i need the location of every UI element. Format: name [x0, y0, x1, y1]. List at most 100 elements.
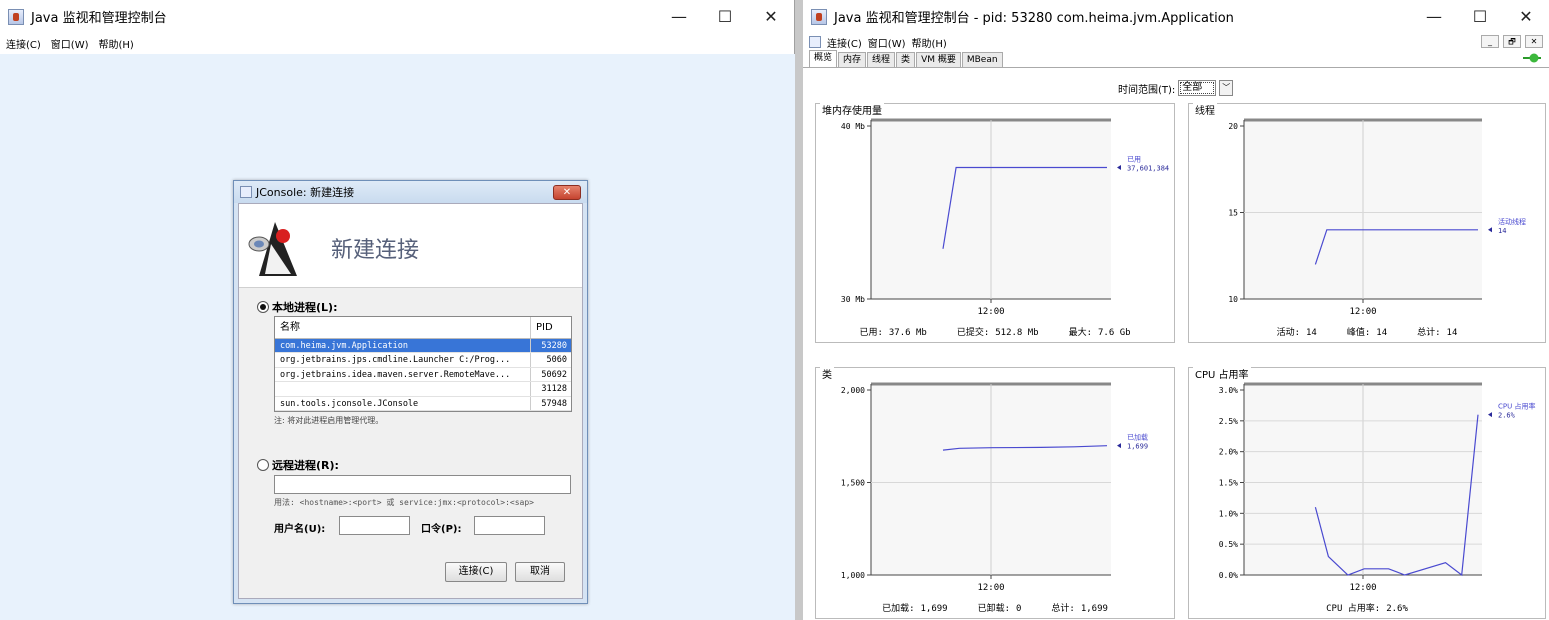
x-tick-label: 12:00 [1349, 307, 1376, 317]
footer-label: 已卸载: [977, 604, 1010, 614]
mdi-close-button[interactable]: ✕ [1525, 35, 1543, 48]
minimize-button[interactable]: — [656, 0, 702, 33]
footer-value: 1,699 [920, 604, 948, 614]
tab-threads[interactable]: 线程 [867, 52, 896, 67]
cancel-button[interactable]: 取消 [515, 562, 565, 582]
tab-classes[interactable]: 类 [896, 52, 916, 67]
dialog-heading: 新建连接 [331, 238, 420, 263]
table-row[interactable]: org.jetbrains.jps.cmdline.Launcher C:/Pr… [275, 353, 571, 368]
footer-value: 512.8 Mb [995, 328, 1039, 338]
footer-stat: CPU 占用率: 2.6% [1326, 601, 1408, 614]
java-app-icon [809, 36, 821, 48]
process-name: sun.tools.jconsole.JConsole [275, 396, 531, 410]
y-tick-label: 0.0% [1219, 571, 1238, 580]
footer-label: 已用: [859, 328, 883, 338]
series-name-label: 活动线程 [1498, 217, 1526, 226]
dialog-close-button[interactable]: ✕ [553, 184, 581, 200]
process-name: org.jetbrains.idea.maven.server.RemoteMa… [275, 367, 531, 382]
footer-label: 活动: [1276, 328, 1301, 338]
series-name-label: 已用 [1127, 156, 1141, 164]
close-button[interactable]: ✕ [748, 0, 794, 33]
panel-footer: 已用: 37.6 Mb 已提交: 512.8 Mb 最大: 7.6 Gb [816, 325, 1174, 338]
menu-help[interactable]: 帮助(H) [912, 35, 947, 50]
remote-process-radio[interactable] [257, 459, 269, 471]
username-label: 用户名(U): [274, 524, 326, 535]
mdi-minimize-button[interactable]: _ [1481, 35, 1499, 48]
agent-note: 注: 将对此进程启用管理代理。 [274, 416, 384, 425]
panel-footer: 活动: 14 峰值: 14 总计: 14 [1189, 325, 1545, 338]
y-tick-label: 10 [1228, 295, 1238, 304]
series-marker [1117, 443, 1121, 449]
jconsole-monitor-window: Java 监视和管理控制台 - pid: 53280 com.heima.jvm… [803, 0, 1549, 620]
password-input[interactable] [474, 516, 545, 535]
footer-stat: 最大: 7.6 Gb [1069, 325, 1131, 338]
close-button[interactable]: ✕ [1503, 0, 1549, 33]
process-name: org.jetbrains.jps.cmdline.Launcher C:/Pr… [275, 353, 531, 367]
mdi-restore-button[interactable]: 🗗 [1503, 35, 1521, 48]
tab-memory[interactable]: 内存 [838, 52, 867, 67]
heap-memory-panel: 堆内存使用量 40 Mb 30 Mb 12:00 已用 37,601,384 已用: 37.6… [815, 102, 1175, 343]
chevron-down-icon[interactable]: ﹀ [1219, 80, 1234, 96]
minimize-button[interactable]: — [1411, 0, 1457, 33]
menu-help[interactable]: 帮助(H) [99, 36, 134, 51]
column-pid[interactable]: PID [531, 317, 571, 339]
x-tick-label: 12:00 [1349, 583, 1376, 593]
time-range-label: 时间范围(T): [1118, 84, 1176, 96]
title-bar[interactable]: Java 监视和管理控制台 — ☐ ✕ [0, 0, 794, 33]
footer-value: 1,699 [1080, 604, 1108, 614]
footer-stat: 已提交: 512.8 Mb [957, 325, 1039, 338]
dialog-body: 新建连接 本地进程(L): 名称 PID com.heima.jvm.Appli… [238, 203, 583, 599]
series-marker [1117, 165, 1121, 171]
local-process-option[interactable]: 本地进程(L): [257, 299, 337, 315]
series-marker [1488, 227, 1492, 233]
menu-window[interactable]: 窗口(W) [868, 35, 906, 50]
y-tick-label: 2,000 [841, 386, 865, 395]
connect-button[interactable]: 连接(C) [445, 562, 507, 582]
remote-process-option[interactable]: 远程进程(R): [257, 457, 339, 473]
username-input[interactable] [339, 516, 410, 535]
title-bar[interactable]: Java 监视和管理控制台 - pid: 53280 com.heima.jvm… [803, 0, 1549, 33]
maximize-button[interactable]: ☐ [702, 0, 748, 33]
dialog-title-bar[interactable]: JConsole: 新建连接 ✕ [234, 181, 587, 203]
maximize-button[interactable]: ☐ [1457, 0, 1503, 33]
tab-overview[interactable]: 概览 [809, 50, 838, 67]
menu-connection[interactable]: 连接(C) [827, 35, 862, 50]
series-value-label: 1,699 [1127, 443, 1148, 451]
column-name[interactable]: 名称 [275, 317, 531, 338]
table-row[interactable]: com.heima.jvm.Application 53280 [275, 339, 571, 354]
jconsole-main-window: Java 监视和管理控制台 — ☐ ✕ 连接(C) 窗口(W) 帮助(H) JC… [0, 0, 795, 620]
menu-window[interactable]: 窗口(W) [51, 36, 89, 51]
menu-connection[interactable]: 连接(C) [6, 36, 41, 51]
panel-footer: 已加载: 1,699 已卸载: 0 总计: 1,699 [816, 601, 1174, 614]
table-header: 名称 PID [275, 317, 571, 339]
time-range-select[interactable]: 全部 [1178, 80, 1217, 96]
y-tick-label: 20 [1228, 122, 1238, 131]
footer-value: 0 [1016, 604, 1022, 614]
usage-hint: 用法: <hostname>:<port> 或 service:jmx:<pro… [274, 498, 535, 507]
process-pid: 53280 [541, 341, 567, 351]
process-table[interactable]: 名称 PID com.heima.jvm.Application 53280 org… [274, 316, 572, 412]
footer-stat: 总计: 14 [1417, 325, 1457, 338]
remote-process-label: 远程进程(R): [272, 459, 339, 472]
footer-label: 已提交: [956, 328, 990, 338]
table-row[interactable]: 31128 [275, 382, 571, 397]
java-app-icon [240, 186, 252, 198]
local-process-radio[interactable] [257, 301, 269, 313]
footer-value: 14 [1446, 328, 1458, 338]
y-tick-label: 2.5% [1219, 417, 1238, 426]
chart-svg: 40 Mb 30 Mb 12:00 已用37,601,384 [841, 118, 1169, 317]
cpu-usage-panel: CPU 占用率 3.0% 2.5% 2.0% 1.5% 1.0% 0.5% 0.0% 12:00… [1188, 366, 1546, 619]
table-row[interactable]: org.jetbrains.idea.maven.server.RemoteMa… [275, 367, 571, 383]
table-row[interactable]: sun.tools.jconsole.JConsole 57948 [275, 396, 571, 411]
java-app-icon [811, 8, 827, 25]
tab-vm-summary[interactable]: VM 概要 [916, 52, 961, 67]
y-tick-label: 1.5% [1219, 479, 1238, 488]
password-label: 口令(P): [421, 524, 462, 535]
connection-status-icon [1523, 53, 1541, 63]
process-pid: 5060 [546, 355, 567, 366]
chart-svg: 20 15 10 12:00 活动线程14 [1228, 118, 1526, 317]
tab-mbean[interactable]: MBean [961, 52, 1003, 67]
new-connection-dialog: JConsole: 新建连接 ✕ 新建连接 本地进程(L): 名称 PID co… [233, 180, 588, 604]
time-range-control: 时间范围(T): 全部 ﹀ [1118, 80, 1234, 96]
remote-address-input[interactable] [274, 475, 571, 494]
